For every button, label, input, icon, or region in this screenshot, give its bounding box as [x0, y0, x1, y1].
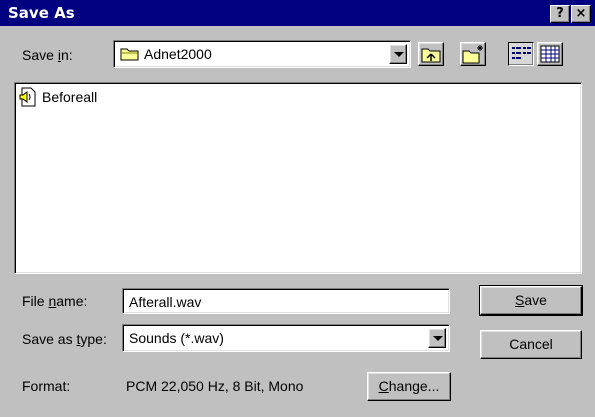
chevron-down-icon	[394, 52, 404, 57]
up-one-level-button[interactable]	[418, 42, 444, 66]
save-as-type-combo[interactable]: Sounds (*.wav)	[122, 324, 450, 352]
up-one-level-icon	[419, 48, 443, 68]
details-view-button[interactable]	[537, 42, 563, 66]
folder-icon	[120, 46, 140, 65]
file-name-label: Beforeall	[42, 89, 98, 105]
save-in-combo[interactable]: Adnet2000	[113, 40, 411, 68]
file-name-label-pre: File	[22, 293, 49, 309]
title-bar[interactable]: Save As ? ×	[0, 0, 595, 26]
save-as-dialog: Save As ? × Save in: Adnet2000 Beforeall…	[0, 0, 595, 417]
save-in-label-pre: Save	[22, 47, 58, 63]
save-as-type-value: Sounds (*.wav)	[129, 330, 224, 346]
save-in-label: Save in:	[22, 47, 73, 63]
save-as-type-label-post: ype:	[80, 331, 107, 347]
change-button-key: C	[378, 378, 389, 394]
file-name-input[interactable]: Afterall.wav	[122, 288, 450, 314]
save-button-label: ave	[524, 292, 547, 308]
details-view-icon	[538, 45, 562, 68]
list-view-icon	[509, 47, 533, 68]
help-button[interactable]: ?	[550, 5, 570, 23]
save-as-type-label: Save as type:	[22, 331, 107, 347]
sound-file-icon	[18, 87, 38, 110]
new-folder-button[interactable]	[460, 42, 486, 66]
file-list[interactable]: Beforeall	[14, 82, 582, 274]
save-as-type-label-pre: Save as	[22, 331, 77, 347]
chevron-down-icon	[433, 336, 443, 341]
format-label: Format:	[22, 378, 71, 394]
save-button[interactable]: Save	[479, 285, 583, 316]
list-view-button[interactable]	[508, 42, 534, 66]
file-name-label-post: ame:	[56, 293, 88, 309]
cancel-button[interactable]: Cancel	[480, 330, 582, 359]
format-value: PCM 22,050 Hz, 8 Bit, Mono	[126, 378, 304, 394]
new-folder-icon	[461, 45, 485, 68]
save-in-label-post: n:	[60, 47, 73, 63]
window-title: Save As	[8, 4, 75, 22]
save-in-dropdown-button[interactable]	[389, 44, 407, 64]
save-in-value: Adnet2000	[144, 46, 212, 62]
change-button-label: hange...	[388, 378, 440, 394]
file-name-value: Afterall.wav	[129, 294, 202, 310]
save-button-key: S	[515, 292, 525, 308]
file-name-label: File name:	[22, 293, 87, 309]
close-button[interactable]: ×	[571, 5, 591, 23]
save-as-type-dropdown-button[interactable]	[428, 328, 446, 348]
change-format-button[interactable]: Change...	[367, 372, 451, 401]
